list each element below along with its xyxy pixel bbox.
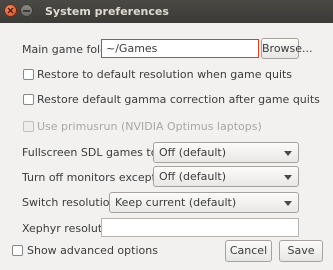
switch-resolution-dropdown[interactable]: Keep current (default)	[109, 192, 299, 213]
titlebar: System preferences	[0, 0, 333, 23]
minimize-icon	[23, 10, 30, 12]
chevron-down-icon	[284, 175, 292, 180]
primusrun-checkbox	[23, 121, 34, 132]
switch-resolution-value: Keep current (default)	[115, 196, 237, 209]
fullscreen-sdl-value: Off (default)	[159, 146, 227, 159]
show-advanced-checkbox[interactable]	[12, 245, 23, 256]
preferences-window: System preferences Main game folder Brow…	[0, 0, 333, 270]
show-advanced-label: Show advanced options	[27, 244, 158, 257]
turn-off-monitors-label: Turn off monitors except	[22, 171, 156, 184]
window-title: System preferences	[45, 5, 169, 18]
primusrun-label: Use primusrun (NVIDIA Optimus laptops)	[37, 120, 262, 133]
game-folder-input[interactable]	[101, 39, 259, 58]
chevron-down-icon	[284, 201, 292, 206]
fullscreen-sdl-dropdown[interactable]: Off (default)	[153, 142, 299, 163]
restore-resolution-checkbox[interactable]	[23, 69, 34, 80]
close-icon	[7, 7, 14, 14]
turn-off-monitors-dropdown[interactable]: Off (default)	[153, 166, 299, 187]
close-window-button[interactable]	[4, 4, 17, 17]
cancel-button[interactable]: Cancel	[225, 240, 272, 262]
minimize-window-button[interactable]	[20, 4, 33, 17]
turn-off-monitors-value: Off (default)	[159, 170, 227, 183]
restore-gamma-checkbox[interactable]	[23, 94, 34, 105]
save-button[interactable]: Save	[279, 240, 323, 262]
restore-gamma-label: Restore default gamma correction after g…	[37, 93, 320, 106]
browse-button[interactable]: Browse...	[261, 38, 313, 59]
xephyr-input[interactable]	[101, 218, 299, 237]
restore-resolution-label: Restore to default resolution when game …	[37, 68, 293, 81]
chevron-down-icon	[284, 151, 292, 156]
